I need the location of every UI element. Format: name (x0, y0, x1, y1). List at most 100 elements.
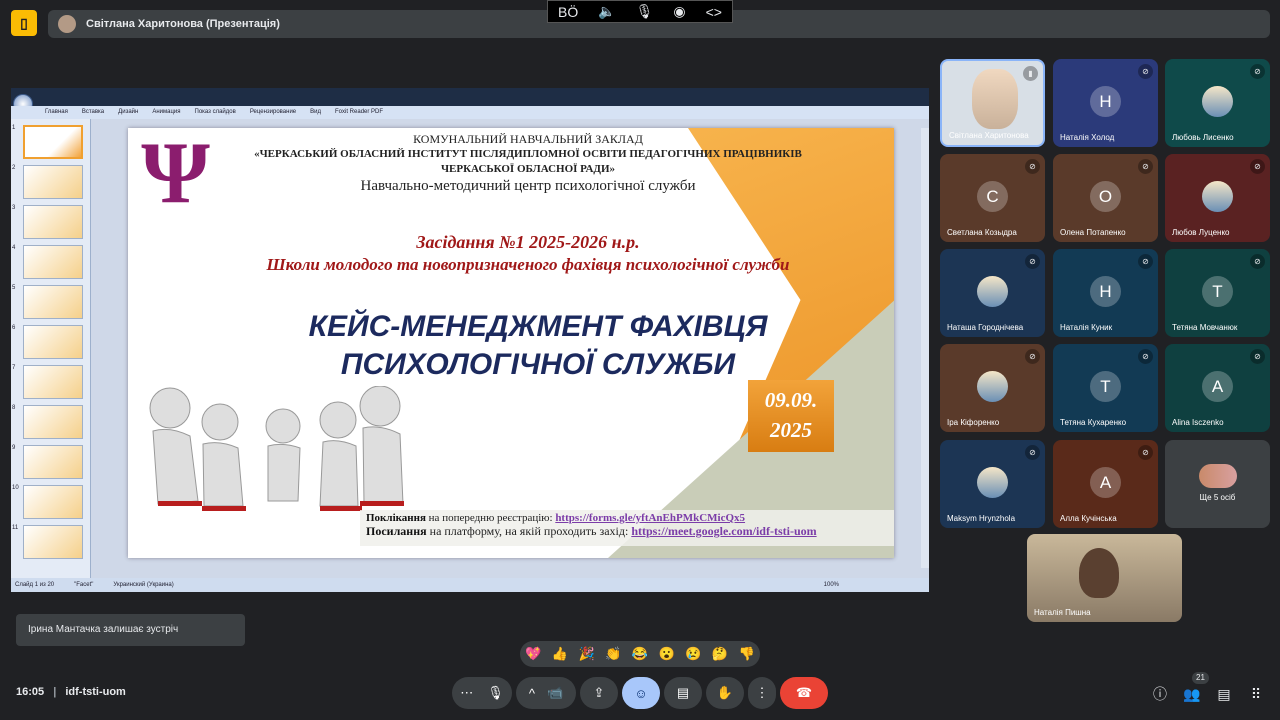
more-options-button[interactable]: ⋮ (748, 677, 776, 709)
slide-thumbnail[interactable] (23, 325, 83, 359)
tab-home[interactable]: Главная (45, 106, 68, 119)
vertical-scrollbar[interactable] (921, 128, 929, 568)
mic-icon[interactable]: 🎙 (636, 3, 654, 20)
tab-animation[interactable]: Анимация (152, 106, 180, 119)
meeting-time-and-code: 16:05 | idf-tsti-uom (16, 686, 126, 698)
participant-tile[interactable]: A ⊘ Alina Isczenko (1165, 344, 1270, 432)
participant-name: Тетяна Кухаренко (1060, 418, 1127, 427)
tab-design[interactable]: Дизайн (118, 106, 138, 119)
participant-tile[interactable]: ▮ Світлана Харитонова (940, 59, 1045, 147)
presenter-label: Світлана Харитонова (Презентація) (86, 18, 280, 30)
reaction-emoji[interactable]: 🤔 (712, 646, 728, 662)
present-button[interactable]: ⇪ (580, 677, 618, 709)
participant-tile[interactable]: ⊘ Іра Кіфоренко (940, 344, 1045, 432)
font-icon[interactable]: BÖ (558, 4, 578, 20)
tab-insert[interactable]: Вставка (82, 106, 104, 119)
mic-muted-icon: ⊘ (1025, 254, 1040, 269)
emoji-button[interactable]: ☺ (622, 677, 660, 709)
info-icon[interactable]: ⓘ (1150, 684, 1170, 704)
accessibility-toolbar: BÖ 🔈 🎙 ◉ <> (547, 0, 733, 23)
date-year: 2025 (770, 418, 812, 442)
participant-name: Наталія Куник (1060, 323, 1113, 332)
slide-thumbnail[interactable] (23, 485, 83, 519)
mic-muted-icon: ⊘ (1250, 159, 1265, 174)
avatar: С (977, 181, 1008, 212)
tab-view[interactable]: Вид (310, 106, 321, 119)
people-button[interactable]: 👥 21 (1182, 672, 1209, 704)
avatar-stack (1199, 464, 1237, 488)
tab-review[interactable]: Рецензирование (250, 106, 296, 119)
clock-time: 16:05 (16, 686, 45, 698)
participant-tile[interactable]: О ⊘ Олена Потапенко (1053, 154, 1158, 242)
reaction-emoji[interactable]: 💖 (525, 646, 541, 662)
participant-tile[interactable]: С ⊘ Светлана Козыдра (940, 154, 1045, 242)
self-view-tile[interactable]: Наталія Пишна (1027, 534, 1182, 622)
shared-screen: Главная Вставка Дизайн Анимация Показ сл… (11, 88, 929, 592)
ppt-ribbon-tabs: Главная Вставка Дизайн Анимация Показ сл… (11, 106, 929, 119)
slide-thumbnail[interactable] (23, 285, 83, 319)
call-controls: ⋯ 🎙 ^ 📹 ⇪ ☺ ▤ ✋ ⋮ ☎ (452, 677, 828, 709)
participant-name: Наташа Городнічева (947, 323, 1024, 332)
mic-muted-icon: ⊘ (1138, 64, 1153, 79)
meeting-code: idf-tsti-uom (65, 686, 126, 698)
ppt-status-bar: Слайд 1 из 20 "Facet" Украинский (Украин… (11, 578, 929, 592)
tab-foxit[interactable]: Foxit Reader PDF (335, 106, 383, 119)
camera-button[interactable]: ^ 📹 (516, 677, 576, 709)
slide-center-name: Навчально-методичний центр психологічної… (360, 178, 696, 194)
participant-tile[interactable]: Н ⊘ Наталія Холод (1053, 59, 1158, 147)
slide-thumbnail[interactable] (23, 125, 83, 159)
slide-title-line1: КЕЙС-МЕНЕДЖМЕНТ ФАХІВЦЯ (308, 310, 768, 343)
platform-link[interactable]: https://meet.google.com/idf-tsti-uom (631, 524, 816, 538)
thumbnail-number: 9 (12, 445, 16, 451)
date-day: 09.09. (764, 388, 818, 412)
broadcast-icon[interactable]: ◉ (673, 3, 685, 20)
leave-call-button[interactable]: ☎ (780, 677, 828, 709)
slide-thumbnail[interactable] (23, 165, 83, 199)
participant-tile[interactable]: ⊘ Maksym Hrynzhola (940, 440, 1045, 528)
activities-icon[interactable]: ⠿ (1246, 684, 1266, 704)
participant-tile[interactable]: Т ⊘ Тетяна Кухаренко (1053, 344, 1158, 432)
reaction-emoji[interactable]: 😮 (659, 646, 675, 662)
reaction-emoji[interactable]: 👍 (552, 646, 568, 662)
participant-tile[interactable]: ⊘ Любов Луценко (1165, 154, 1270, 242)
slide-thumbnail[interactable] (23, 365, 83, 399)
reaction-emoji[interactable]: 😂 (632, 646, 648, 662)
participant-name: Светлана Козыдра (947, 228, 1017, 237)
slide-thumbnail[interactable] (23, 245, 83, 279)
chat-icon[interactable]: ▤ (1214, 684, 1234, 704)
slide-title-line2: ПСИХОЛОГІЧНОЇ СЛУЖБИ (340, 348, 736, 381)
participant-tile[interactable]: ⊘ Наташа Городнічева (940, 249, 1045, 337)
registration-link[interactable]: https://forms.gle/yftAnEhPMkCMicQx5 (555, 512, 745, 524)
mic-button[interactable]: ⋯ 🎙 (452, 677, 512, 709)
thumbnail-number: 2 (12, 165, 16, 171)
slide-thumbnail[interactable] (23, 205, 83, 239)
captions-button[interactable]: ▤ (664, 677, 702, 709)
participant-tile[interactable]: Т ⊘ Тетяна Мовчанюк (1165, 249, 1270, 337)
participant-name: Іра Кіфоренко (947, 418, 1000, 427)
mic-muted-icon: ⊘ (1250, 254, 1265, 269)
avatar: Т (1202, 276, 1233, 307)
slide-org-line1: КОМУНАЛЬНИЙ НАВЧАЛЬНИЙ ЗАКЛАД (413, 132, 643, 146)
avatar: Н (1090, 276, 1121, 307)
link-row-platform: Посилання на платформу, на якій проходит… (366, 524, 817, 538)
raise-hand-button[interactable]: ✋ (706, 677, 744, 709)
reaction-emoji[interactable]: 😢 (685, 646, 701, 662)
slide-thumbnail[interactable] (23, 445, 83, 479)
slide-thumbnail[interactable] (23, 525, 83, 559)
mic-muted-icon: ⊘ (1138, 254, 1153, 269)
tab-slideshow[interactable]: Показ слайдов (195, 106, 236, 119)
avatar (1202, 86, 1233, 117)
participant-tile[interactable]: Н ⊘ Наталія Куник (1053, 249, 1158, 337)
present-icon: ⇪ (593, 685, 605, 700)
participant-tile[interactable]: A ⊘ Алла Кучінська (1053, 440, 1158, 528)
participant-tile[interactable]: Ще 5 осіб (1165, 440, 1270, 528)
status-zoom[interactable]: 100% (824, 578, 839, 592)
code-icon[interactable]: <> (706, 4, 722, 20)
reaction-emoji[interactable]: 👏 (605, 646, 621, 662)
speaker-icon[interactable]: 🔈 (598, 3, 615, 20)
status-theme: "Facet" (74, 582, 94, 588)
slide-thumbnail[interactable] (23, 405, 83, 439)
reaction-emoji[interactable]: 👎 (738, 646, 754, 662)
reaction-emoji[interactable]: 🎉 (579, 646, 595, 662)
participant-tile[interactable]: ⊘ Любовь Лисенко (1165, 59, 1270, 147)
